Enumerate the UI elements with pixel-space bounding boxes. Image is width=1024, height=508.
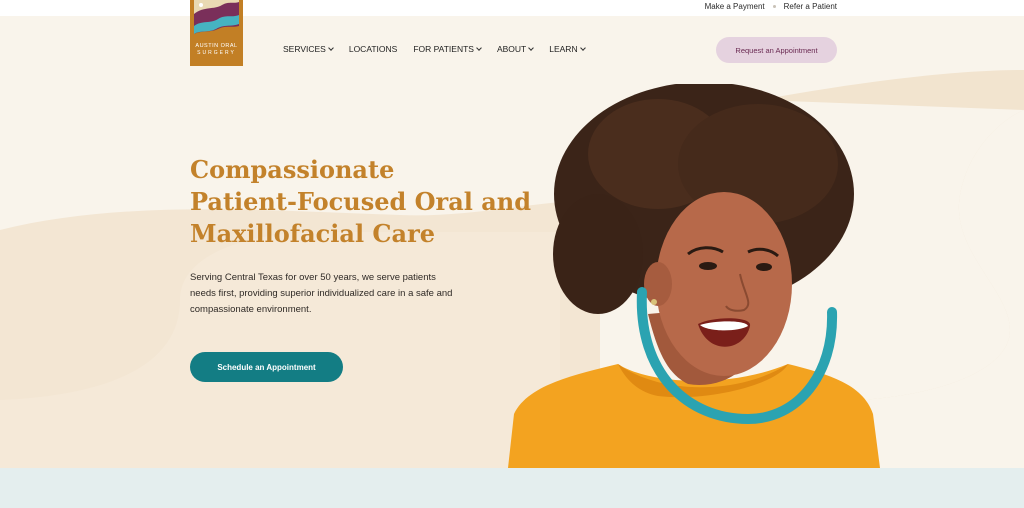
hero-patient-photo — [508, 84, 880, 468]
nav-label: ABOUT — [496, 44, 527, 54]
chevron-down-icon — [476, 45, 482, 51]
hero-body-line: compassionate environment. — [190, 304, 312, 315]
main-nav: SERVICES LOCATIONS FOR PATIENTS ABOUT LE… — [283, 44, 586, 54]
hero-description: Serving Central Texas for over 50 years,… — [190, 270, 470, 318]
nav-item-learn[interactable]: LEARN — [549, 44, 586, 54]
nav-item-for-patients[interactable]: FOR PATIENTS — [413, 44, 482, 54]
make-payment-link[interactable]: Make a Payment — [705, 2, 765, 11]
nav-item-locations[interactable]: LOCATIONS — [349, 44, 398, 54]
hero-title-line: Compassionate — [190, 155, 395, 184]
logo-text-line2: SURGERY — [197, 50, 236, 56]
hero-body-line: needs first, providing superior individu… — [190, 288, 453, 299]
austin-oral-surgery-logo[interactable]: AUSTIN ORAL SURGERY — [190, 0, 243, 66]
chevron-down-icon — [528, 45, 535, 51]
next-section-band — [0, 468, 1024, 508]
utility-links: Make a Payment Refer a Patient — [705, 2, 837, 11]
nav-label: LOCATIONS — [348, 44, 398, 54]
refer-patient-link[interactable]: Refer a Patient — [784, 2, 837, 11]
nav-label: SERVICES — [283, 44, 326, 54]
utility-bar: Make a Payment Refer a Patient — [0, 0, 1024, 16]
separator-dot — [772, 5, 776, 8]
hero-title-line: Patient-Focused Oral and — [190, 187, 531, 216]
chevron-down-icon — [579, 45, 586, 51]
nav-label: FOR PATIENTS — [413, 44, 474, 54]
chevron-down-icon — [328, 45, 334, 51]
nav-item-services[interactable]: SERVICES — [283, 44, 334, 54]
request-appointment-button[interactable]: Request an Appointment — [716, 37, 837, 63]
nav-label: LEARN — [549, 44, 578, 54]
schedule-appointment-button[interactable]: Schedule an Appointment — [190, 352, 343, 382]
hero-title: Compassionate Patient-Focused Oral and M… — [190, 154, 531, 250]
logo-text-line1: AUSTIN ORAL — [195, 43, 238, 49]
hero-title-line: Maxillofacial Care — [190, 219, 435, 248]
hero-body-line: Serving Central Texas for over 50 years,… — [190, 272, 436, 283]
nav-item-about[interactable]: ABOUT — [496, 44, 535, 54]
